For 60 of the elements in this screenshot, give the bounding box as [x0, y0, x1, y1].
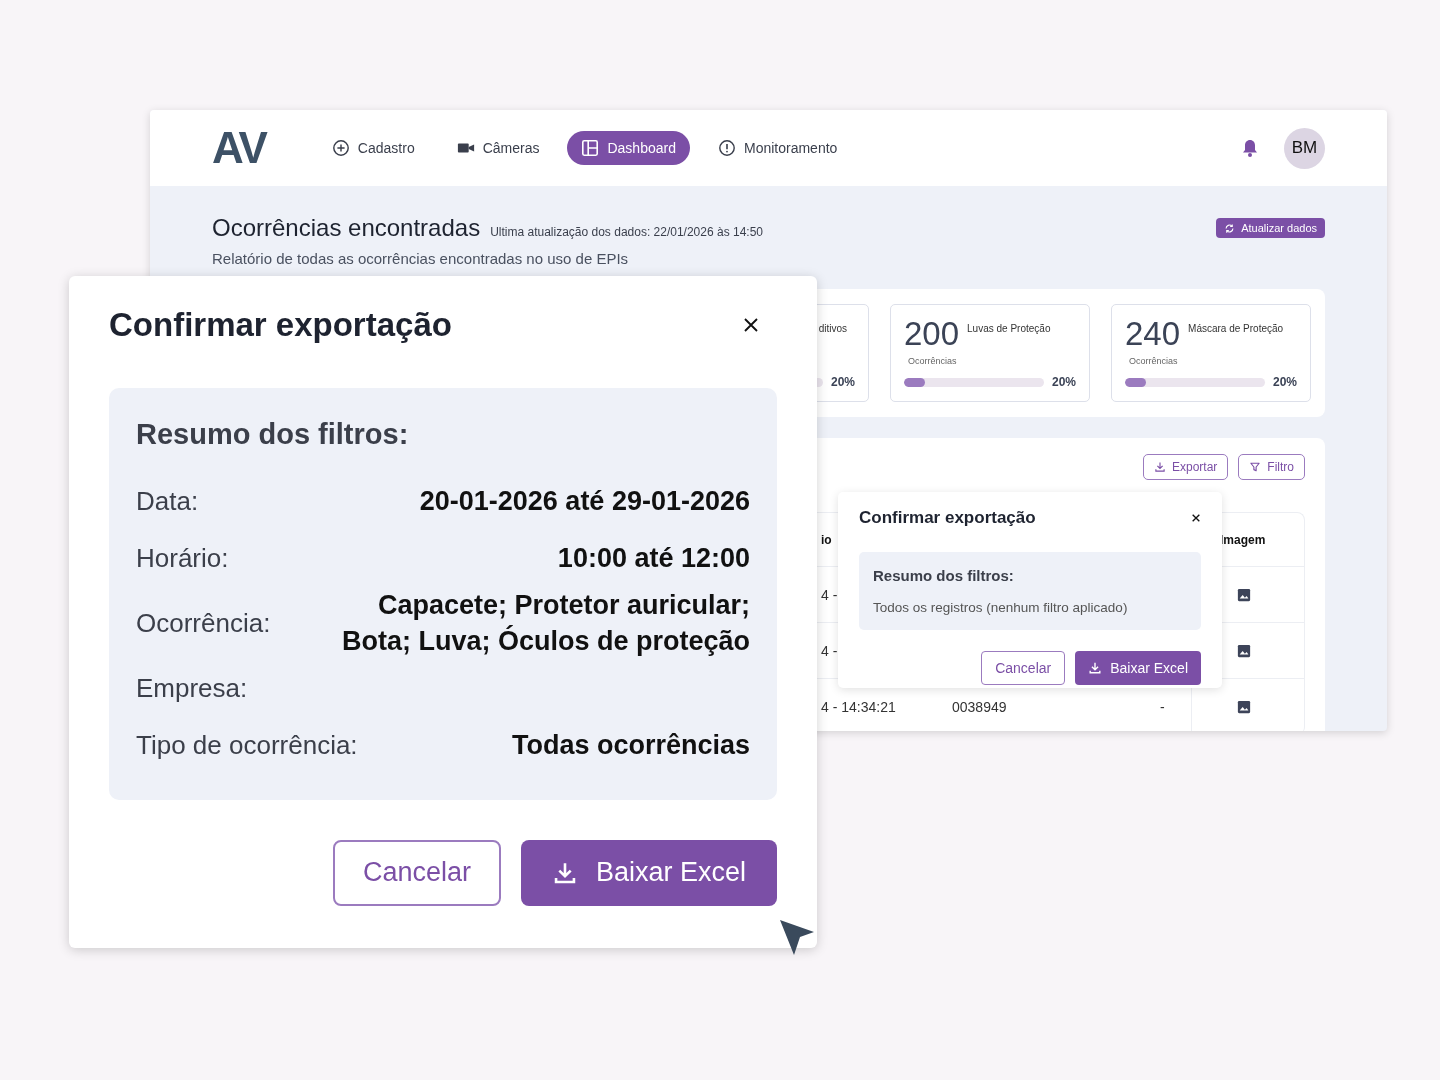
page-subtitle: Relatório de todas as ocorrências encontradas no uso de EPIs: [212, 250, 630, 267]
dialog-title: Confirmar exportação: [859, 508, 1036, 528]
count-value: 200: [904, 317, 960, 350]
filter-label: Empresa:: [136, 672, 248, 704]
column-header: io: [821, 532, 832, 547]
filter-label: Tipo de ocorrência:: [136, 729, 358, 761]
card-label: ditivos: [818, 322, 847, 334]
count-label: Ocorrências: [1128, 356, 1179, 366]
table-cell: 4 - 14:34:21: [821, 698, 896, 715]
card-label: Máscara de Proteção: [1188, 322, 1284, 336]
percent-value: 20%: [1051, 375, 1076, 389]
filter-value: 20-01-2026 até 29-01-2026: [419, 485, 750, 519]
logo: AV: [212, 126, 266, 170]
download-excel-button[interactable]: Baixar Excel: [1075, 651, 1201, 685]
count-value: 240: [1125, 317, 1181, 350]
nav-tab[interactable]: Câmeras: [442, 131, 554, 165]
nav-tab[interactable]: Cadastro: [317, 131, 429, 165]
close-icon[interactable]: [1191, 513, 1201, 523]
download-excel-button[interactable]: Baixar Excel: [521, 839, 777, 906]
percent-value: 20%: [1272, 375, 1297, 389]
download-icon: [1153, 461, 1166, 473]
table-cell: 4 -: [821, 642, 838, 659]
summary-title: Resumo dos filtros:: [136, 418, 410, 451]
notification-bell-icon[interactable]: [1240, 138, 1260, 158]
filter-label: Horário:: [136, 543, 229, 574]
close-icon[interactable]: [743, 317, 759, 333]
filter-value: 10:00 até 12:00: [557, 542, 750, 576]
user-avatar[interactable]: BM: [1284, 127, 1325, 169]
summary-text: Todos os registros (nenhum filtro aplicado): [873, 600, 1129, 615]
table-cell: 0038949: [952, 698, 1007, 715]
page-title: Ocorrências encontradas: [212, 214, 481, 242]
last-update-text: Ultima atualização dos dados: 22/01/2026 às 14:50: [490, 225, 763, 239]
percent-value: 20%: [830, 375, 855, 389]
filter-value: Todas ocorrências: [511, 729, 750, 763]
cancel-button[interactable]: Cancelar: [981, 651, 1066, 685]
filter-value: Capacete; Protetor auricular; Bota; Luva; Óculos de proteção: [340, 589, 750, 659]
filter-button[interactable]: Filtro: [1238, 454, 1305, 480]
image-icon[interactable]: [1237, 699, 1251, 714]
export-button[interactable]: Exportar: [1142, 454, 1229, 480]
table-cell: -: [1160, 698, 1165, 715]
dialog-title: Confirmar exportação: [109, 306, 452, 344]
cancel-button[interactable]: Cancelar: [333, 839, 501, 906]
card-label: Luvas de Proteção: [967, 322, 1051, 336]
cursor-icon: [779, 919, 815, 957]
download-icon: [1088, 661, 1103, 675]
summary-title: Resumo dos filtros:: [873, 567, 1015, 584]
filter-label: Data:: [136, 486, 199, 517]
dashboard-icon: [581, 139, 600, 157]
count-label: Ocorrências: [907, 356, 958, 366]
table-cell: 4 -: [821, 586, 838, 603]
plus-circle-icon: [331, 139, 350, 157]
image-icon[interactable]: [1237, 643, 1251, 658]
filter-icon: [1249, 461, 1262, 473]
nav-tab[interactable]: Monitoramento: [703, 131, 852, 165]
alert-icon: [717, 139, 736, 157]
image-icon[interactable]: [1237, 587, 1251, 602]
refresh-icon: [1224, 222, 1236, 234]
refresh-button[interactable]: Atualizar dados: [1216, 218, 1325, 238]
nav-tab[interactable]: Dashboard: [567, 131, 690, 165]
filter-label: Ocorrência:: [136, 607, 271, 639]
